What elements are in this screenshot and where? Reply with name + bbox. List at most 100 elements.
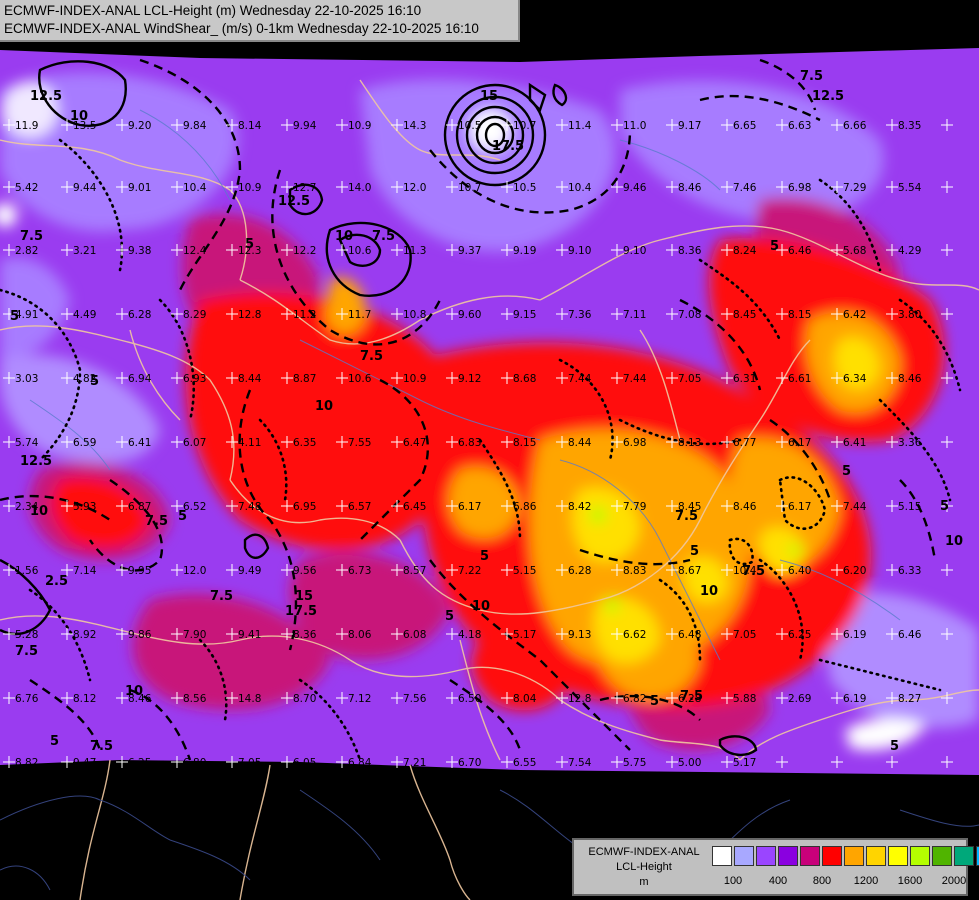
grid-value: 10.4 — [568, 182, 592, 194]
grid-value: 9.19 — [513, 245, 536, 257]
contour-label: 5 — [10, 309, 19, 324]
grid-value: 6.76 — [15, 693, 39, 705]
grid-value: 8.46 — [678, 182, 702, 194]
grid-value: 8.36 — [293, 629, 317, 641]
grid-value: 8.70 — [293, 693, 316, 705]
grid-value: 6.55 — [513, 757, 536, 769]
grid-value: 12.0 — [403, 182, 426, 194]
grid-value: 11.7 — [348, 309, 371, 321]
grid-value: 8.04 — [513, 693, 537, 705]
grid-value: 8.29 — [183, 309, 206, 321]
legend-tick: 800 — [812, 875, 832, 887]
contour-label: 10 — [30, 504, 48, 519]
grid-value: 9.47 — [73, 757, 96, 769]
grid-value: 9.38 — [128, 245, 151, 257]
grid-value: 7.48 — [238, 501, 261, 513]
grid-value: 6.19 — [843, 629, 866, 641]
grid-value: 6.20 — [843, 565, 866, 577]
legend-swatch — [888, 846, 908, 866]
grid-value: 11.0 — [623, 120, 646, 132]
grid-value: 12.0 — [183, 565, 206, 577]
grid-value: 7.14 — [73, 565, 97, 577]
grid-value: 3.80 — [898, 309, 921, 321]
grid-value: 8.42 — [568, 501, 591, 513]
grid-value: 3.36 — [898, 437, 922, 449]
grid-value: 6.86 — [513, 501, 537, 513]
grid-value: 8.13 — [678, 437, 701, 449]
grid-value: 9.46 — [623, 182, 647, 194]
grid-value: 9.44 — [73, 182, 97, 194]
grid-value: 6.80 — [183, 757, 206, 769]
contour-label: 7.5 — [372, 229, 395, 244]
legend-tick: 1600 — [897, 875, 923, 887]
contour-label: 10 — [945, 534, 963, 549]
grid-value: 6.84 — [348, 757, 372, 769]
contour-label: 7.5 — [145, 514, 168, 529]
contour-label: 7.5 — [90, 739, 113, 754]
contour-label: 10 — [472, 599, 490, 614]
grid-value: 10.9 — [238, 182, 261, 194]
grid-value: 7.05 — [733, 629, 756, 641]
grid-value: 8.14 — [238, 120, 262, 132]
grid-value: 8.83 — [623, 565, 646, 577]
grid-value: 9.37 — [458, 245, 481, 257]
grid-value: 8.45 — [733, 309, 756, 321]
grid-value: 14.8 — [238, 693, 261, 705]
grid-value: 7.05 — [678, 373, 701, 385]
contour-label: 10 — [315, 399, 333, 414]
contour-label: 12.5 — [278, 194, 310, 209]
grid-value: 2.69 — [788, 693, 811, 705]
grid-value: 7.90 — [183, 629, 206, 641]
grid-value: 6.50 — [458, 693, 481, 705]
grid-value: 5.54 — [898, 182, 922, 194]
contour-label: 5 — [245, 237, 254, 252]
grid-value: 6.45 — [403, 501, 426, 513]
contour-label: 5 — [178, 509, 187, 524]
grid-value: 9.95 — [128, 565, 151, 577]
contour-label: 10 — [125, 684, 143, 699]
contour-label: 7.5 — [360, 349, 383, 364]
grid-value: 6.98 — [788, 182, 811, 194]
grid-value: 8.15 — [788, 309, 811, 321]
grid-value: 3.03 — [15, 373, 38, 385]
legend-model: ECMWF-INDEX-ANAL — [588, 846, 700, 858]
contour-label: 7.5 — [210, 589, 233, 604]
grid-value: 10.6 — [348, 245, 372, 257]
grid-value: 12.8 — [568, 693, 591, 705]
grid-value: 7.21 — [403, 757, 426, 769]
grid-value: 6.35 — [293, 437, 316, 449]
grid-value: 6.93 — [183, 373, 206, 385]
legend-swatches — [712, 846, 979, 866]
contour-label: 5 — [90, 374, 99, 389]
grid-value: 12.8 — [238, 309, 261, 321]
grid-value: 5.00 — [678, 757, 701, 769]
contour-label: 15 — [295, 589, 313, 604]
grid-value: 7.08 — [678, 309, 701, 321]
legend-swatch — [866, 846, 886, 866]
grid-value: 6.57 — [348, 501, 371, 513]
grid-value: 6.07 — [183, 437, 206, 449]
contour-label: 17.5 — [492, 139, 524, 154]
legend-unit: m — [639, 876, 649, 888]
grid-value: 6.28 — [128, 309, 151, 321]
grid-value: 6.82 — [623, 693, 646, 705]
grid-value: 6.17 — [788, 437, 811, 449]
contour-label: 12.5 — [30, 89, 62, 104]
grid-value: 6.73 — [348, 565, 371, 577]
legend-swatch — [954, 846, 974, 866]
grid-value: 9.10 — [568, 245, 591, 257]
legend-swatch — [800, 846, 820, 866]
grid-value: 6.65 — [733, 120, 756, 132]
grid-value: 6.17 — [458, 501, 481, 513]
grid-value: 7.22 — [458, 565, 481, 577]
grid-value: 6.48 — [678, 629, 701, 641]
legend-swatch — [910, 846, 930, 866]
grid-value: 9.20 — [128, 120, 151, 132]
grid-value: 9.10 — [623, 245, 646, 257]
legend-swatch — [822, 846, 842, 866]
contour-label: 7.5 — [800, 69, 823, 84]
grid-value: 7.44 — [623, 373, 647, 385]
grid-value: 4.18 — [458, 629, 481, 641]
contour-label: 5 — [940, 499, 949, 514]
grid-value: 8.44 — [238, 373, 262, 385]
